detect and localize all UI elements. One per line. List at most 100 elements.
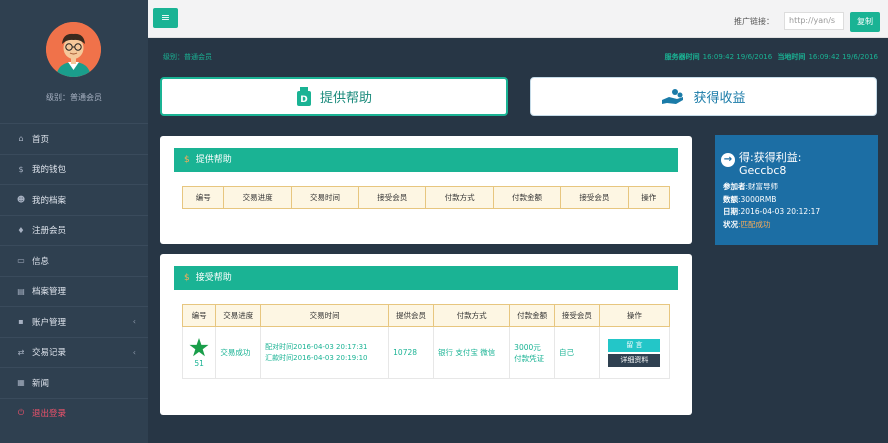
avatar[interactable] xyxy=(46,22,101,77)
column-header: 付款金额 xyxy=(492,186,562,209)
copy-button[interactable]: 复制 xyxy=(850,12,880,32)
user-icon: ☻ xyxy=(16,195,26,205)
sidebar-item-register[interactable]: ♦ 注册会员 xyxy=(0,214,148,246)
current-time: 16:09:42 19/6/2016 xyxy=(808,53,878,61)
amount-cell: 3000元 付款凭证 xyxy=(509,326,555,379)
home-icon: ⌂ xyxy=(18,134,24,144)
date-label: 日期 xyxy=(723,207,738,216)
main-content: 级别：普通会员 服务器时间 16:09:42 19/6/2016 当地时间 16:0… xyxy=(148,38,888,443)
amount-value: :3000RMB xyxy=(738,194,777,204)
column-header: 付款方式 xyxy=(425,186,494,209)
archive-icon: ▤ xyxy=(17,286,25,296)
referral-label: 推广链接： xyxy=(734,17,774,26)
sidebar-item-label: 档案管理 xyxy=(32,287,67,298)
get-earnings-button[interactable]: 获得收益 xyxy=(530,77,877,116)
column-header: 编号 xyxy=(181,186,225,209)
leave-message-button[interactable]: 留 言 xyxy=(608,338,661,352)
chevron-left-icon: ‹ xyxy=(132,347,136,357)
sidebar-item-label: 注册会员 xyxy=(32,226,67,237)
column-header: 付款金额 xyxy=(509,304,555,327)
row-id-cell: 51 xyxy=(181,326,217,379)
table-row: 51 交易成功 配对时间2016-04-03 20:17:31 汇款时间2016… xyxy=(181,326,671,379)
column-header: 交易进度 xyxy=(215,304,262,327)
remit-time: 汇款时间2016-04-03 20:19:10 xyxy=(265,353,368,362)
dollar-icon: $ xyxy=(184,155,190,165)
menu-toggle-button[interactable]: ≡ xyxy=(153,8,178,28)
server-time: 16:09:42 19/6/2016 xyxy=(702,53,773,61)
status-cell: 交易成功 xyxy=(215,326,262,379)
column-header: 接受会员 xyxy=(554,304,600,327)
details-button[interactable]: 详细资料 xyxy=(608,353,661,367)
chevron-left-icon: ‹ xyxy=(132,317,136,327)
svg-text:D: D xyxy=(300,95,307,105)
status-label: 状况 xyxy=(723,219,738,229)
provider-cell: 10728 xyxy=(388,326,434,379)
user-level: 级别：普通会员 xyxy=(46,93,102,102)
card-title-line1: 得:获得利益: xyxy=(739,151,802,164)
server-time-label: 服务器时间 xyxy=(664,53,700,61)
sidebar-item-label: 账户管理 xyxy=(32,317,67,328)
dollar-bag-icon: D xyxy=(296,86,311,106)
status-row: 状况:匹配成功 xyxy=(723,219,820,232)
provide-help-panel: $ 提供帮助 编号 交易进度 交易时间 接受会员 付款方式 付款金额 接受会员 操… xyxy=(160,136,692,244)
date-value: :2016-04-03 20:12:17 xyxy=(738,207,821,216)
sidebar-item-profile[interactable]: ☻ 我的档案 xyxy=(0,184,148,215)
sidebar-item-archive[interactable]: ▤ 档案管理 xyxy=(0,275,148,307)
column-header: 接受会员 xyxy=(358,186,427,209)
column-header: 交易进度 xyxy=(223,186,292,209)
register-icon: ♦ xyxy=(17,225,25,235)
earnings-info-card: → 得:获得利益: Geccbc8 参加者:财富导师 数额:3000RMB 日期… xyxy=(715,135,878,245)
column-header: 交易时间 xyxy=(290,186,360,209)
get-earnings-label: 获得收益 xyxy=(693,91,746,106)
column-header: 接受会员 xyxy=(560,186,629,209)
sidebar-item-transactions[interactable]: ⇄ 交易记录 ‹ xyxy=(0,336,148,368)
panel-header: $ 提供帮助 xyxy=(174,148,678,172)
column-header: 提供会员 xyxy=(388,304,434,327)
provide-help-label: 提供帮助 xyxy=(319,91,372,106)
provide-help-button[interactable]: D 提供帮助 xyxy=(160,77,508,116)
referral-link-input[interactable]: http://yan/s xyxy=(784,12,844,30)
participant-label: 参加者 xyxy=(723,182,746,191)
sidebar-item-label: 信息 xyxy=(32,256,50,267)
top-bar: ≡ 推广链接： http://yan/s 复制 xyxy=(148,0,888,38)
sidebar-item-home[interactable]: ⌂ 首页 xyxy=(0,123,148,154)
lock-icon: ▪ xyxy=(18,317,24,327)
status-value: :匹配成功 xyxy=(738,219,771,229)
column-header: 操作 xyxy=(598,304,671,327)
exchange-icon: ⇄ xyxy=(17,347,25,357)
panel-title: 提供帮助 xyxy=(195,155,232,165)
power-icon: ⏻ xyxy=(17,408,25,418)
row-id: 51 xyxy=(194,358,204,368)
sidebar-item-wallet[interactable]: $ 我的钱包 xyxy=(0,153,148,185)
action-cell: 留 言 详细资料 xyxy=(598,326,671,379)
card-title-line2: Geccbc8 xyxy=(739,164,787,177)
sidebar-item-label: 新闻 xyxy=(32,378,50,389)
panel-header: $ 接受帮助 xyxy=(174,266,678,290)
avatar-image xyxy=(46,22,101,77)
receive-help-table: 编号 交易进度 交易时间 提供会员 付款方式 付款金额 接受会员 操作 51 交… xyxy=(181,304,671,379)
sidebar-item-logout[interactable]: ⏻ 退出登录 xyxy=(0,397,148,429)
star-icon xyxy=(189,337,209,356)
sidebar-item-account[interactable]: ▪ 账户管理 ‹ xyxy=(0,306,148,337)
sidebar-item-label: 退出登录 xyxy=(32,409,67,420)
sidebar-item-news[interactable]: ▦ 新闻 xyxy=(0,367,148,398)
hand-coins-icon xyxy=(662,88,684,104)
provide-help-table: 编号 交易进度 交易时间 接受会员 付款方式 付款金额 接受会员 操作 xyxy=(181,186,670,209)
breadcrumb: 级别：普通会员 xyxy=(163,53,212,61)
amount-label: 数额 xyxy=(723,194,738,204)
card-details: 参加者:财富导师 数额:3000RMB 日期:2016-04-03 20:12:… xyxy=(723,181,820,231)
dollar-icon: $ xyxy=(184,273,190,283)
time-cell: 配对时间2016-04-03 20:17:31 汇款时间2016-04-03 2… xyxy=(260,326,390,379)
news-icon: ▦ xyxy=(17,378,25,388)
column-header: 付款方式 xyxy=(432,304,511,327)
sidebar-item-label: 首页 xyxy=(32,134,50,145)
dollar-icon: $ xyxy=(18,164,24,174)
column-header: 操作 xyxy=(627,186,670,209)
payment-proof-link[interactable]: 付款凭证 xyxy=(514,353,550,364)
time-bar: 服务器时间 16:09:42 19/6/2016 当地时间 16:09:42 19/… xyxy=(662,52,878,62)
arrow-right-icon: → xyxy=(721,153,735,167)
participant-value: :财富导师 xyxy=(745,182,779,191)
folder-icon: ▭ xyxy=(17,256,25,266)
sidebar-item-messages[interactable]: ▭ 信息 xyxy=(0,245,148,276)
amount-value: 3000元 xyxy=(514,342,541,352)
